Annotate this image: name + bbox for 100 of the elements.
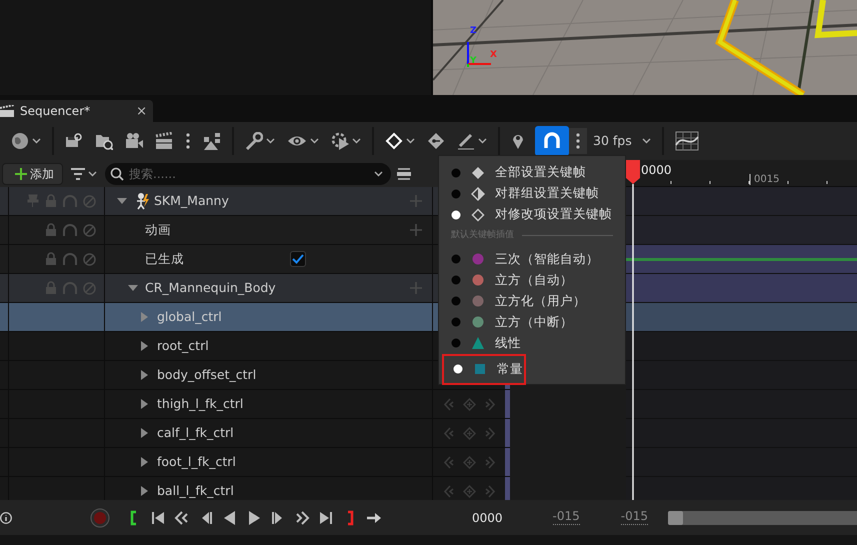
magnet-icon	[543, 132, 561, 150]
add-track-icon[interactable]	[410, 195, 422, 207]
menu-item[interactable]: 三次（智能自动）	[439, 248, 625, 270]
menu-item[interactable]: 线性	[439, 332, 625, 354]
next-key-icon[interactable]	[294, 510, 310, 526]
filter-icon	[71, 168, 85, 180]
radio-off-icon[interactable]	[451, 168, 461, 178]
radio-off-icon[interactable]	[451, 296, 461, 306]
menu-item[interactable]: 常量	[442, 354, 526, 384]
collapse-arrow-icon[interactable]	[128, 283, 138, 293]
ruler-label: 0015	[754, 173, 780, 187]
radio-off-icon[interactable]	[451, 254, 461, 264]
diamond-icon	[471, 166, 485, 180]
add-track-icon[interactable]	[410, 282, 422, 294]
menu-item[interactable]: 全部设置关键帧	[439, 162, 625, 183]
more-button[interactable]	[569, 128, 587, 154]
hierarchy-icon	[203, 132, 221, 150]
diamond-outline-icon	[471, 208, 485, 222]
half-diamond-icon	[471, 186, 485, 200]
caret-icon	[266, 138, 275, 144]
track-name: calf_l_fk_ctrl	[157, 424, 234, 442]
scrollbar[interactable]	[668, 510, 857, 524]
track-name: SKM_Manny	[154, 192, 229, 210]
caret-icon	[32, 138, 41, 144]
snap-button[interactable]	[535, 126, 569, 156]
axis-label: Z	[470, 25, 477, 38]
play-reverse-icon[interactable]	[222, 510, 238, 526]
tree-row[interactable]: body_offset_ctrl	[104, 361, 433, 389]
add-button[interactable]: 添加	[2, 162, 63, 184]
track-name: 动画	[145, 220, 171, 239]
playhead-icon[interactable]	[626, 160, 640, 500]
menu-item[interactable]: 立方化（用户）	[439, 290, 625, 312]
rows-icon[interactable]	[397, 168, 411, 180]
radio-on-icon[interactable]	[453, 364, 463, 374]
expand-arrow-icon[interactable]	[139, 428, 149, 438]
info-icon[interactable]	[0, 512, 12, 524]
curve-grid-icon	[674, 131, 699, 151]
play-icon[interactable]	[246, 510, 262, 526]
radio-off-icon[interactable]	[451, 338, 461, 348]
track-name: CR_Mannequin_Body	[145, 278, 276, 297]
search-field[interactable]: 搜索......	[105, 162, 391, 184]
scrollbar-thumb[interactable]	[668, 510, 684, 524]
track-name: global_ctrl	[157, 308, 222, 326]
caret-icon[interactable]	[374, 170, 383, 176]
start-time[interactable]: -015	[552, 510, 580, 525]
radio-on-icon[interactable]	[451, 210, 461, 220]
menu-item[interactable]: 立方（中断）	[439, 312, 625, 332]
sequencer-tab[interactable]: Sequencer* ×	[0, 100, 153, 122]
folder-search-icon	[95, 132, 113, 150]
add-track-icon[interactable]	[410, 224, 422, 236]
fps-dropdown[interactable]: 30 fps	[587, 126, 657, 156]
track-name: foot_l_fk_ctrl	[157, 452, 236, 471]
pen-icon	[457, 132, 475, 150]
checkbox[interactable]	[290, 251, 306, 267]
tree-row[interactable]: foot_l_fk_ctrl	[104, 448, 433, 476]
menu-item[interactable]: 立方（自动）	[439, 270, 625, 290]
track-name: thigh_l_fk_ctrl	[157, 394, 244, 413]
previous-key-icon[interactable]	[174, 510, 190, 526]
track-name: body_offset_ctrl	[157, 366, 256, 384]
expand-arrow-icon[interactable]	[139, 486, 149, 496]
jump-start-icon[interactable]	[150, 510, 166, 526]
globe-icon	[11, 132, 29, 150]
more-icon	[575, 132, 581, 150]
tree-row[interactable]: global_ctrl	[104, 303, 433, 331]
expand-arrow-icon[interactable]	[139, 457, 149, 467]
camera-icon	[125, 132, 143, 150]
expand-arrow-icon[interactable]	[139, 341, 149, 351]
radio-off-icon[interactable]	[451, 275, 461, 285]
collapse-arrow-icon[interactable]	[117, 196, 127, 206]
expand-arrow-icon[interactable]	[139, 399, 149, 409]
caret-icon	[478, 138, 487, 144]
search-icon	[110, 166, 124, 180]
section-bar-icon	[626, 258, 857, 261]
axis-gizmo-icon	[466, 41, 492, 67]
playhead-time: 0000	[641, 162, 672, 179]
clapboard-icon	[0, 105, 14, 117]
track-name: 已生成	[145, 250, 184, 268]
menu-item[interactable]: 对群组设置关键帧	[439, 183, 625, 204]
track-name: root_ctrl	[157, 336, 209, 355]
more-icon	[185, 132, 191, 150]
plus-icon	[15, 168, 27, 180]
close-button[interactable]: ×	[136, 104, 147, 118]
menu-item[interactable]: 对修改项设置关键帧	[439, 204, 625, 225]
end-time[interactable]: -015	[620, 510, 648, 525]
tree-row[interactable]: 动画	[104, 216, 433, 244]
radio-off-icon[interactable]	[451, 188, 461, 198]
axis-label: X	[490, 49, 497, 62]
viewport-grid-drawing[interactable]	[433, 0, 857, 95]
expand-arrow-icon[interactable]	[139, 370, 149, 380]
jump-end-icon[interactable]	[318, 510, 334, 526]
tree-row[interactable]: root_ctrl	[104, 332, 433, 360]
clapboard-icon	[155, 132, 173, 150]
diamond-icon	[385, 132, 403, 150]
tree-row[interactable]: thigh_l_fk_ctrl	[104, 390, 433, 418]
tree-row[interactable]: calf_l_fk_ctrl	[104, 419, 433, 447]
tree-row[interactable]: 已生成	[104, 245, 433, 273]
current-time-field[interactable]: 0000	[472, 508, 503, 526]
save-icon	[65, 132, 83, 150]
radio-off-icon[interactable]	[451, 317, 461, 327]
wrench-icon	[245, 132, 263, 150]
